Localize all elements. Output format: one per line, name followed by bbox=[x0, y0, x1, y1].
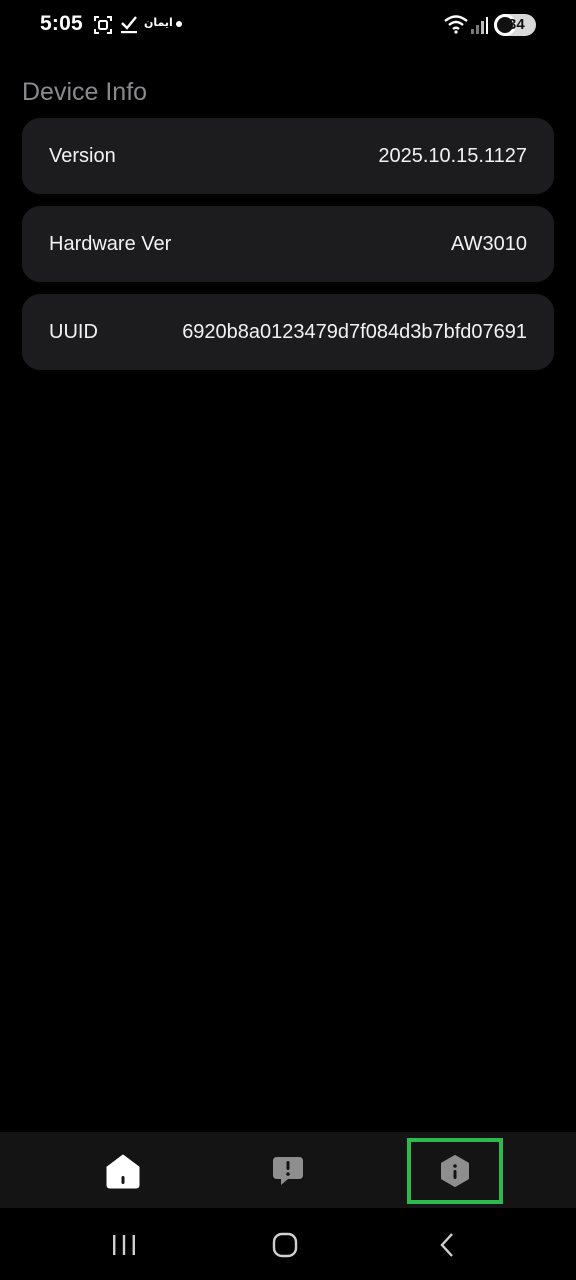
info-row-value: AW3010 bbox=[451, 232, 527, 255]
info-row-uuid: UUID 6920b8a0123479d7f084d3b7bfd07691 bbox=[22, 294, 554, 370]
home-circle-icon bbox=[272, 1232, 298, 1258]
alert-bubble-icon bbox=[273, 1157, 303, 1185]
system-home-button[interactable] bbox=[263, 1230, 307, 1260]
back-chevron-icon bbox=[440, 1233, 453, 1257]
status-bar: 5:05 ايمان 34 bbox=[0, 0, 576, 52]
info-row-label: Version bbox=[49, 144, 116, 167]
bottom-tab-bar bbox=[0, 1132, 576, 1208]
dot-icon bbox=[176, 21, 182, 27]
tab-home[interactable] bbox=[77, 1142, 169, 1200]
info-row-value: 2025.10.15.1127 bbox=[378, 144, 527, 167]
info-row-value: 6920b8a0123479d7f084d3b7bfd07691 bbox=[182, 320, 527, 343]
info-row-label: UUID bbox=[49, 320, 98, 343]
status-time: 5:05 bbox=[40, 12, 83, 35]
home-icon bbox=[106, 1154, 140, 1189]
signal-icon bbox=[471, 17, 488, 34]
notification-label: ايمان bbox=[144, 17, 173, 29]
recent-apps-icon bbox=[113, 1235, 135, 1255]
tab-device[interactable] bbox=[407, 1138, 503, 1204]
battery-icon: 34 bbox=[494, 14, 536, 36]
battery-level: 34 bbox=[508, 16, 525, 33]
info-row-label: Hardware Ver bbox=[49, 232, 172, 255]
system-nav-bar bbox=[0, 1208, 576, 1280]
info-row-hardware-ver: Hardware Ver AW3010 bbox=[22, 206, 554, 282]
system-back-button[interactable] bbox=[425, 1230, 469, 1260]
info-row-version: Version 2025.10.15.1127 bbox=[22, 118, 554, 194]
tab-alerts[interactable] bbox=[242, 1142, 334, 1200]
screenshot-icon bbox=[94, 16, 112, 34]
check-icon bbox=[121, 16, 137, 34]
section-title-device-info: Device Info bbox=[22, 78, 148, 106]
hexagon-info-icon bbox=[441, 1155, 469, 1187]
wifi-icon bbox=[444, 15, 468, 34]
recent-apps-button[interactable] bbox=[102, 1230, 146, 1260]
